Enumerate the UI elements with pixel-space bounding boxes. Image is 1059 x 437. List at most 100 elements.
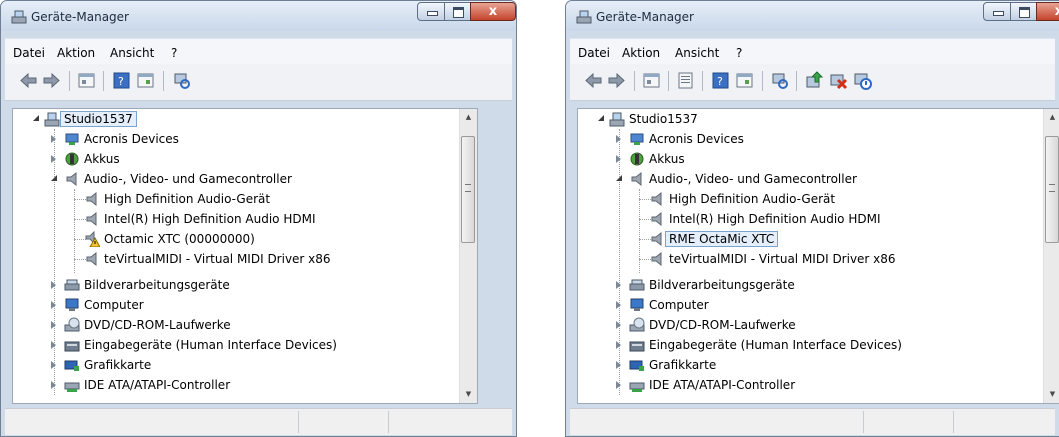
close-button[interactable]: x xyxy=(1036,2,1059,21)
computer-root-icon xyxy=(609,112,625,127)
show-hidden-icon[interactable] xyxy=(136,71,155,90)
tree-item[interactable]: Acronis Devices xyxy=(13,129,459,149)
tree-item-label: Intel(R) High Definition Audio HDMI xyxy=(669,212,881,226)
menu-aktion[interactable]: Aktion xyxy=(622,46,660,60)
uninstall-device-icon[interactable] xyxy=(829,71,848,90)
menu-ansicht[interactable]: Ansicht xyxy=(110,46,154,60)
collapse-arrow-icon[interactable] xyxy=(616,175,622,181)
tree-item[interactable]: IDE ATA/ATAPI-Controller xyxy=(578,375,1043,395)
toolbar-separator xyxy=(69,71,70,91)
tree-item[interactable]: teVirtualMIDI - Virtual MIDI Driver x86 xyxy=(13,249,459,269)
tree-item-label: Akkus xyxy=(84,152,120,166)
tree-item-label: Audio-, Video- und Gamecontroller xyxy=(649,172,857,186)
collapse-arrow-icon[interactable] xyxy=(51,175,57,181)
expand-arrow-icon[interactable] xyxy=(51,341,56,349)
tree-item[interactable]: Computer xyxy=(13,295,459,315)
tree-item[interactable]: Eingabegeräte (Human Interface Devices) xyxy=(578,335,1043,355)
disable-device-icon[interactable] xyxy=(853,71,872,90)
close-button[interactable]: x xyxy=(470,2,516,21)
tree-item[interactable]: Acronis Devices xyxy=(578,129,1043,149)
scroll-down-arrow-icon[interactable]: ▼ xyxy=(1044,386,1059,403)
menu-datei[interactable]: Datei xyxy=(578,46,610,60)
expand-arrow-icon[interactable] xyxy=(616,341,621,349)
expand-arrow-icon[interactable] xyxy=(616,155,621,163)
properties-view-icon[interactable] xyxy=(77,71,96,90)
tree-item[interactable]: Akkus xyxy=(578,149,1043,169)
scrollbar-thumb[interactable] xyxy=(1045,136,1059,243)
tree-item[interactable]: Eingabegeräte (Human Interface Devices) xyxy=(13,335,459,355)
expand-arrow-icon[interactable] xyxy=(51,281,56,289)
expand-arrow-icon[interactable] xyxy=(51,361,56,369)
battery-icon xyxy=(65,152,79,166)
expand-arrow-icon[interactable] xyxy=(51,155,56,163)
tree-item[interactable]: High Definition Audio-Gerät xyxy=(13,189,459,209)
show-hidden-icon[interactable] xyxy=(735,71,754,90)
vertical-scrollbar[interactable]: ▲ ▼ xyxy=(459,109,477,403)
title-bar[interactable]: Geräte-Manager x xyxy=(566,1,1059,31)
status-cell xyxy=(953,411,954,433)
tree-item[interactable]: IDE ATA/ATAPI-Controller xyxy=(13,375,459,395)
title-bar[interactable]: Geräte-Manager x xyxy=(1,1,516,31)
tree-item[interactable]: Grafikkarte xyxy=(13,355,459,375)
properties-icon[interactable] xyxy=(676,71,695,90)
toolbar-separator xyxy=(103,71,104,91)
expand-arrow-icon[interactable] xyxy=(616,281,621,289)
help-icon[interactable]: ? xyxy=(711,71,730,90)
display-adapter-icon xyxy=(64,360,79,371)
maximize-button[interactable] xyxy=(444,2,471,21)
menu-aktion[interactable]: Aktion xyxy=(57,46,95,60)
tree-item[interactable]: Octamic XTC (00000000) xyxy=(13,229,459,249)
properties-view-icon[interactable] xyxy=(642,71,661,90)
tree-item-selected[interactable]: RME OctaMic XTC xyxy=(578,229,1043,249)
tree-item[interactable]: Grafikkarte xyxy=(578,355,1043,375)
toolbar: ? xyxy=(5,64,512,101)
expand-arrow-icon[interactable] xyxy=(616,321,621,329)
tree-item[interactable]: teVirtualMIDI - Virtual MIDI Driver x86 xyxy=(578,249,1043,269)
forward-arrow-icon[interactable] xyxy=(607,71,626,90)
tree-item[interactable]: DVD/CD-ROM-Laufwerke xyxy=(13,315,459,335)
forward-arrow-icon[interactable] xyxy=(42,71,61,90)
expand-arrow-icon[interactable] xyxy=(51,321,56,329)
tree-root[interactable]: Studio1537 xyxy=(578,109,1043,129)
minimize-button[interactable] xyxy=(983,2,1011,21)
expand-arrow-icon[interactable] xyxy=(51,301,56,309)
tree-item[interactable]: Bildverarbeitungsgeräte xyxy=(578,275,1043,295)
scroll-up-arrow-icon[interactable]: ▲ xyxy=(460,109,477,126)
tree-item[interactable]: Audio-, Video- und Gamecontroller xyxy=(578,169,1043,189)
tree-item[interactable]: Intel(R) High Definition Audio HDMI xyxy=(13,209,459,229)
menu-datei[interactable]: Datei xyxy=(13,46,45,60)
back-arrow-icon[interactable] xyxy=(19,71,38,90)
expand-arrow-icon[interactable] xyxy=(51,381,56,389)
back-arrow-icon[interactable] xyxy=(584,71,603,90)
menu-help[interactable]: ? xyxy=(736,46,742,60)
toolbar-separator xyxy=(634,71,635,91)
scan-hardware-icon[interactable] xyxy=(770,71,789,90)
expand-arrow-icon[interactable] xyxy=(616,135,621,143)
collapse-arrow-icon[interactable] xyxy=(598,115,604,121)
expand-arrow-icon[interactable] xyxy=(616,301,621,309)
tree-item[interactable]: High Definition Audio-Gerät xyxy=(578,189,1043,209)
tree-item[interactable]: Audio-, Video- und Gamecontroller xyxy=(13,169,459,189)
tree-item[interactable]: DVD/CD-ROM-Laufwerke xyxy=(578,315,1043,335)
tree-item[interactable]: Computer xyxy=(578,295,1043,315)
scroll-up-arrow-icon[interactable]: ▲ xyxy=(1044,109,1059,126)
tree-item[interactable]: Intel(R) High Definition Audio HDMI xyxy=(578,209,1043,229)
tree-item[interactable]: Bildverarbeitungsgeräte xyxy=(13,275,459,295)
expand-arrow-icon[interactable] xyxy=(51,135,56,143)
menu-help[interactable]: ? xyxy=(171,46,177,60)
tree-root[interactable]: Studio1537 xyxy=(13,109,459,129)
tree-item-label: RME OctaMic XTC xyxy=(664,231,779,247)
help-icon[interactable]: ? xyxy=(112,71,131,90)
vertical-scrollbar[interactable]: ▲ ▼ xyxy=(1043,109,1059,403)
scrollbar-thumb[interactable] xyxy=(461,136,475,243)
tree-item[interactable]: Akkus xyxy=(13,149,459,169)
minimize-button[interactable] xyxy=(417,2,445,21)
scan-hardware-icon[interactable] xyxy=(172,71,191,90)
expand-arrow-icon[interactable] xyxy=(616,381,621,389)
expand-arrow-icon[interactable] xyxy=(616,361,621,369)
maximize-button[interactable] xyxy=(1010,2,1037,21)
scroll-down-arrow-icon[interactable]: ▼ xyxy=(460,386,477,403)
update-driver-icon[interactable] xyxy=(805,71,824,90)
collapse-arrow-icon[interactable] xyxy=(33,115,39,121)
menu-ansicht[interactable]: Ansicht xyxy=(675,46,719,60)
